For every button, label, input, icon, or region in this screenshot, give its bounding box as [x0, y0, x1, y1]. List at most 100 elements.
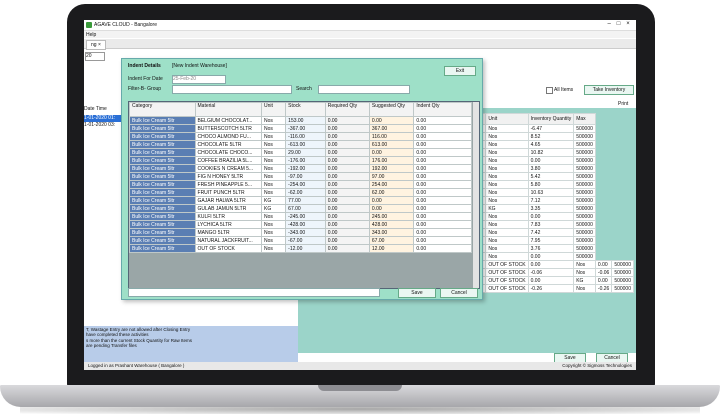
table-cell[interactable]: 0.00: [413, 196, 472, 205]
menu-help[interactable]: Help: [86, 32, 96, 38]
maximize-icon[interactable]: □: [615, 21, 623, 27]
table-cell: Bulk Ice Cream 5ltr: [129, 220, 196, 229]
minimize-icon[interactable]: –: [605, 21, 613, 27]
inventory-cell: 5.42: [527, 172, 575, 181]
left-row[interactable]: 1-01-2020 03:: [84, 122, 124, 129]
table-cell[interactable]: 0.00: [413, 116, 472, 125]
grid-header-row: Category Material Unit Stock Required Qty Sug…: [129, 102, 472, 117]
inventory-cell: 500000: [573, 244, 596, 253]
table-cell: -97.00: [285, 172, 326, 181]
table-row[interactable]: Bulk Ice Cream 5ltr GULAB JAMUN 5LTR KG 67.…: [129, 204, 472, 213]
table-cell: MANGO 5LTR: [194, 228, 263, 237]
print-button[interactable]: Print: [618, 101, 628, 107]
indent-grid-scrollbar[interactable]: [473, 102, 479, 288]
table-cell[interactable]: 0.00: [413, 172, 472, 181]
grid-column-header[interactable]: Material: [194, 102, 263, 117]
tab-close-icon[interactable]: ×: [98, 42, 101, 48]
close-icon[interactable]: ×: [624, 21, 632, 27]
table-cell: OUT OF STOCK: [194, 244, 263, 253]
tab-active[interactable]: ng ×: [86, 40, 106, 50]
grid-column-header[interactable]: Required Qty: [324, 102, 370, 117]
inventory-column-header[interactable]: Unit: [485, 113, 529, 125]
table-cell: Nos: [261, 236, 287, 245]
table-cell[interactable]: 0.00: [413, 244, 472, 253]
table-cell[interactable]: 0.00: [413, 228, 472, 237]
dialog-cancel-button[interactable]: Cancel: [440, 288, 478, 298]
table-cell: LYCHICA 5LTR: [194, 220, 263, 229]
grid-column-header[interactable]: Suggested Qty: [368, 102, 415, 117]
table-cell: -116.00: [285, 132, 326, 141]
inventory-cell: 0.00: [527, 212, 575, 221]
table-cell[interactable]: 0.00: [413, 140, 472, 149]
table-row[interactable]: Bulk Ice Cream 5ltr FIG N HONEY 5LTR Nos -9…: [129, 172, 472, 181]
inventory-cell[interactable]: OUT OF STOCK: [485, 260, 529, 269]
table-cell: BUTTERSCOTCH 5LTR: [194, 124, 263, 133]
inventory-cell: 500000: [611, 276, 634, 285]
grid-column-header[interactable]: Indent Qty: [413, 102, 472, 117]
filter-group-select[interactable]: [172, 85, 292, 94]
table-cell: Bulk Ice Cream 5ltr: [129, 132, 196, 141]
table-cell[interactable]: 0.00: [413, 212, 472, 221]
dialog-save-button[interactable]: Save: [398, 288, 436, 298]
inventory-column-header[interactable]: Max: [573, 113, 596, 125]
table-cell: Nos: [261, 172, 287, 181]
table-row[interactable]: Bulk Ice Cream 5ltr CHOCOLATE CHOCO... Nos…: [129, 148, 472, 157]
table-cell: 12.00: [368, 244, 415, 253]
table-cell[interactable]: 0.00: [413, 148, 472, 157]
table-cell[interactable]: 0.00: [413, 204, 472, 213]
table-cell[interactable]: 0.00: [413, 132, 472, 141]
table-row[interactable]: Bulk Ice Cream 5ltr FRUIT PUNCH 5LTR Nos -6…: [129, 188, 472, 197]
all-items-checkbox[interactable]: [546, 87, 553, 94]
table-row[interactable]: Bulk Ice Cream 5ltr GAJAR HALWA 5LTR KG 77.…: [129, 196, 472, 205]
table-cell: KG: [261, 204, 287, 213]
footer-field[interactable]: [128, 288, 380, 297]
table-row[interactable]: Bulk Ice Cream 5ltr BUTTERSCOTCH 5LTR Nos -…: [129, 124, 472, 133]
inventory-cell: 7.12: [527, 196, 575, 205]
table-cell: 176.00: [368, 156, 415, 165]
table-row[interactable]: Bulk Ice Cream 5ltr KULFI 5LTR Nos -245.00 0…: [129, 212, 472, 221]
inventory-cell[interactable]: OUT OF STOCK: [485, 276, 529, 285]
table-cell[interactable]: 0.00: [413, 220, 472, 229]
table-row[interactable]: Bulk Ice Cream 5ltr COOKIES N CREAM 5... N…: [129, 164, 472, 173]
table-row[interactable]: Bulk Ice Cream 5ltr BELGIUM CHOCOLAT... No…: [129, 116, 472, 125]
inventory-cell: -0.06: [594, 268, 613, 277]
grid-column-header[interactable]: Stock: [285, 102, 326, 117]
table-cell: 0.00: [324, 236, 370, 245]
exit-button[interactable]: Exit: [444, 66, 476, 76]
grid-column-header[interactable]: Category: [129, 102, 196, 117]
table-cell[interactable]: 0.00: [413, 164, 472, 173]
table-cell: Nos: [261, 140, 287, 149]
table-cell: 0.00: [324, 220, 370, 229]
table-row[interactable]: Bulk Ice Cream 5ltr NATURAL JACKFRUIT... N…: [129, 236, 472, 245]
take-inventory-button[interactable]: Take Inventory: [584, 85, 634, 95]
indent-date-field[interactable]: 25-Feb-20: [172, 75, 226, 84]
table-cell: 0.00: [324, 116, 370, 125]
table-cell[interactable]: 0.00: [413, 124, 472, 133]
left-panel: 20 Date Time 1-01-2020 01: 1-01-2020 03:: [84, 50, 124, 350]
table-row[interactable]: Bulk Ice Cream 5ltr COFFEE BRAZILIA 5L...…: [129, 156, 472, 165]
window-titlebar: AGAVE CLOUD - Bangalore – □ ×: [84, 20, 636, 31]
inventory-cell[interactable]: OUT OF STOCK: [485, 284, 529, 293]
inventory-cell: 3.80: [527, 164, 575, 173]
left-combo[interactable]: 20: [85, 52, 105, 61]
table-row[interactable]: Bulk Ice Cream 5ltr CHOCOLATE 5LTR Nos -613…: [129, 140, 472, 149]
left-row[interactable]: 1-01-2020 01:: [84, 115, 124, 122]
inventory-cell: Nos: [573, 260, 596, 269]
search-input[interactable]: [318, 85, 410, 94]
table-row[interactable]: Bulk Ice Cream 5ltr FRESH PINEAPPLE 5... N…: [129, 180, 472, 189]
table-cell: Bulk Ice Cream 5ltr: [129, 140, 196, 149]
inventory-cell: 0.00: [594, 260, 613, 269]
table-cell[interactable]: 0.00: [413, 180, 472, 189]
table-row[interactable]: Bulk Ice Cream 5ltr MANGO 5LTR Nos -343.00 0…: [129, 228, 472, 237]
table-cell[interactable]: 0.00: [413, 156, 472, 165]
inventory-cell[interactable]: OUT OF STOCK: [485, 268, 529, 277]
table-cell: -343.00: [285, 228, 326, 237]
table-row[interactable]: Bulk Ice Cream 5ltr CHOCO ALMOND FU... Nos…: [129, 132, 472, 141]
grid-column-header[interactable]: Unit: [261, 102, 287, 117]
table-cell[interactable]: 0.00: [413, 236, 472, 245]
table-row[interactable]: Bulk Ice Cream 5ltr OUT OF STOCK Nos -12.00…: [129, 244, 472, 253]
table-cell: Nos: [261, 220, 287, 229]
inventory-column-header[interactable]: Inventory Quantity: [527, 113, 575, 125]
table-row[interactable]: Bulk Ice Cream 5ltr LYCHICA 5LTR Nos -428.0…: [129, 220, 472, 229]
table-cell[interactable]: 0.00: [413, 188, 472, 197]
